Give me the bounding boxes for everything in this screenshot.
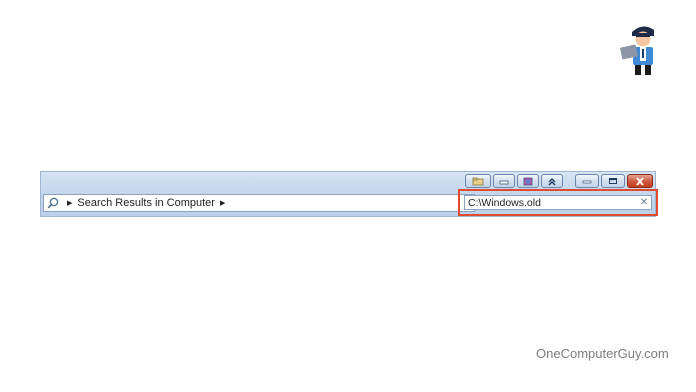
caption-button-3[interactable] <box>517 174 539 188</box>
site-logo <box>618 22 668 78</box>
caption-button-2[interactable] <box>493 174 515 188</box>
breadcrumb-arrow-icon[interactable]: ▶ <box>220 200 225 207</box>
close-button[interactable] <box>627 174 653 188</box>
maximize-icon <box>609 178 617 184</box>
breadcrumb-arrow-icon[interactable]: ▶ <box>67 200 72 207</box>
folder-icon <box>472 177 484 185</box>
caption-button-4[interactable] <box>541 174 563 188</box>
window-icon <box>523 177 533 185</box>
search-box-highlight: ✕ <box>458 189 658 216</box>
folder-button[interactable] <box>465 174 491 188</box>
up-icon <box>548 177 556 185</box>
address-bar[interactable]: ▶ Search Results in Computer ▶ ▼ <box>43 194 475 212</box>
search-field: ✕ <box>464 195 652 210</box>
search-input[interactable] <box>465 195 637 210</box>
close-icon[interactable]: ✕ <box>637 197 651 208</box>
maximize-button[interactable] <box>601 174 625 188</box>
minimize-icon <box>582 180 592 184</box>
breadcrumb-search-results[interactable]: Search Results in Computer <box>77 197 215 209</box>
minimize-button[interactable] <box>575 174 599 188</box>
search-icon <box>44 195 62 211</box>
watermark-text: OneComputerGuy.com <box>536 346 669 361</box>
close-icon <box>636 176 644 186</box>
window-icon <box>499 180 509 185</box>
